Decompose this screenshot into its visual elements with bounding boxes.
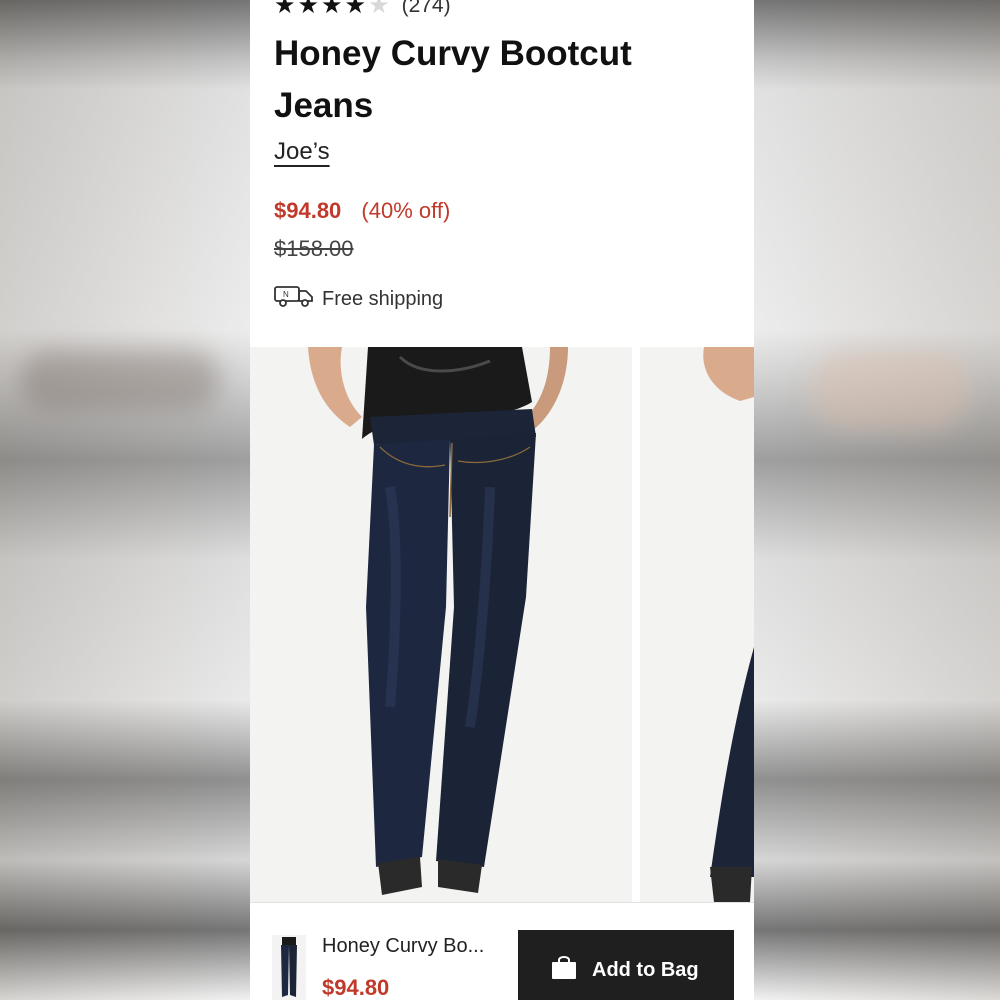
svg-text:N: N (283, 290, 289, 299)
sticky-price: $94.80 (322, 975, 390, 1000)
backdrop-left (0, 0, 250, 1000)
price-row: $94.80 (40% off) (274, 198, 450, 224)
backdrop-right (754, 0, 1000, 1000)
sale-price: $94.80 (274, 198, 342, 223)
review-count[interactable]: (274) (402, 0, 451, 18)
star-icon: ★ (297, 0, 320, 19)
product-thumbnail (272, 935, 306, 1000)
product-image-secondary[interactable] (640, 347, 754, 902)
star-empty-icon: ★ (368, 0, 390, 19)
product-title: Honey Curvy Bootcut Jeans (274, 34, 632, 125)
product-image-gallery[interactable] (250, 347, 754, 902)
star-icon: ★ (321, 0, 343, 19)
add-to-bag-label: Add to Bag (592, 958, 699, 981)
backdrop-shape-left (20, 350, 220, 410)
brand-link[interactable]: Joe’s (274, 138, 330, 166)
discount-label: (40% off) (361, 198, 451, 223)
rating-stars[interactable]: ★ ★ ★ ★ ★ (274) (274, 0, 451, 18)
star-icon: ★ (344, 0, 367, 19)
star-icon: ★ (274, 0, 296, 19)
add-to-bag-button[interactable]: Add to Bag (518, 930, 734, 1000)
shipping-info: N Free shipping (274, 284, 443, 314)
shipping-text: Free shipping (322, 287, 444, 310)
sticky-product-name: Honey Curvy Bo... (322, 935, 485, 957)
sticky-add-to-bag-bar: Honey Curvy Bo... $94.80 Add to Bag (250, 902, 754, 1000)
delivery-truck-icon: N (274, 284, 314, 314)
original-price: $158.00 (274, 236, 354, 261)
backdrop-shape-right (810, 350, 970, 430)
shopping-bag-icon (550, 954, 578, 986)
product-image-main[interactable] (250, 347, 632, 902)
product-page: ★ ★ ★ ★ ★ (274) Honey Curvy Bootcut Jean… (250, 0, 754, 1000)
